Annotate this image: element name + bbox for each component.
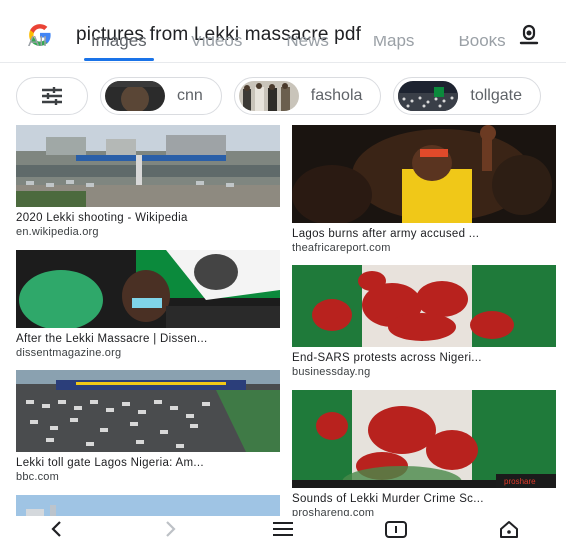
- hamburger-menu-icon: [272, 522, 293, 536]
- result-thumbnail[interactable]: [16, 370, 280, 452]
- result-thumbnail[interactable]: [16, 250, 280, 328]
- image-result-card[interactable]: Lekki toll gate Lagos Nigeria: Am... bbc…: [16, 370, 280, 483]
- chip-thumbnail: [238, 81, 299, 111]
- tabs-count-icon: [385, 521, 408, 538]
- tab-images[interactable]: Images: [91, 36, 147, 54]
- filter-chip[interactable]: [16, 77, 88, 115]
- chip-tollgate[interactable]: tollgate: [393, 77, 541, 115]
- result-title: After the Lekki Massacre | Dissen...: [16, 333, 208, 345]
- result-source: theafricareport.com: [292, 242, 391, 254]
- result-title: Lagos burns after army accused ...: [292, 228, 480, 240]
- filter-sliders-icon: [42, 87, 62, 105]
- tab-maps[interactable]: Maps: [373, 36, 415, 54]
- tab-all[interactable]: All: [28, 36, 47, 54]
- image-result-card[interactable]: After the Lekki Massacre | Dissen... dis…: [16, 250, 280, 359]
- image-result-card[interactable]: [16, 495, 280, 517]
- result-title: Lekki toll gate Lagos Nigeria: Am...: [16, 457, 204, 469]
- active-tab-indicator: [84, 58, 154, 61]
- result-thumbnail[interactable]: [292, 125, 556, 223]
- result-title: Sounds of Lekki Murder Crime Sc...: [292, 493, 484, 505]
- image-result-card[interactable]: 2020 Lekki shooting - Wikipedia en.wikip…: [16, 125, 280, 238]
- tab-news[interactable]: News: [286, 36, 329, 54]
- result-thumbnail[interactable]: [16, 495, 280, 517]
- chip-fashola[interactable]: fashola: [233, 77, 382, 115]
- related-search-chips: cnn fashola tollgate: [16, 77, 566, 117]
- chip-thumbnail: [398, 81, 459, 111]
- chip-label: tollgate: [470, 87, 522, 104]
- result-source: en.wikipedia.org: [16, 226, 99, 238]
- chevron-right-icon: [166, 521, 176, 537]
- tab-videos[interactable]: Videos: [191, 36, 243, 54]
- tab-books[interactable]: Books: [458, 36, 505, 54]
- browser-bottom-bar: [0, 516, 566, 542]
- result-title: 2020 Lekki shooting - Wikipedia: [16, 212, 188, 224]
- chip-cnn[interactable]: cnn: [100, 77, 222, 115]
- chip-label: fashola: [310, 87, 363, 104]
- result-source: bbc.com: [16, 471, 59, 483]
- result-thumbnail[interactable]: proshare: [292, 390, 556, 488]
- result-thumbnail[interactable]: [292, 265, 556, 347]
- tabs-button[interactable]: [376, 516, 416, 542]
- image-result-card[interactable]: Lagos burns after army accused ... theaf…: [292, 125, 556, 254]
- result-title: End-SARS protests across Nigeri...: [292, 352, 482, 364]
- result-source: businessday.ng: [292, 366, 371, 378]
- image-result-card[interactable]: End-SARS protests across Nigeri... busin…: [292, 265, 556, 378]
- result-source: dissentmagazine.org: [16, 347, 122, 359]
- home-icon: [500, 521, 519, 538]
- svg-text:proshare: proshare: [504, 477, 536, 486]
- result-thumbnail[interactable]: [16, 125, 280, 207]
- image-result-card[interactable]: proshare Sounds of Lekki Murder Crime Sc…: [292, 390, 556, 517]
- image-results-grid: 2020 Lekki shooting - Wikipedia en.wikip…: [0, 125, 566, 517]
- back-button[interactable]: [37, 516, 77, 542]
- home-button[interactable]: [489, 516, 529, 542]
- menu-button[interactable]: [263, 516, 303, 542]
- chevron-left-icon: [51, 521, 61, 537]
- forward-button[interactable]: [150, 516, 190, 542]
- chip-label: cnn: [177, 87, 203, 104]
- chip-thumbnail: [105, 81, 165, 111]
- tabs-divider: [0, 62, 566, 63]
